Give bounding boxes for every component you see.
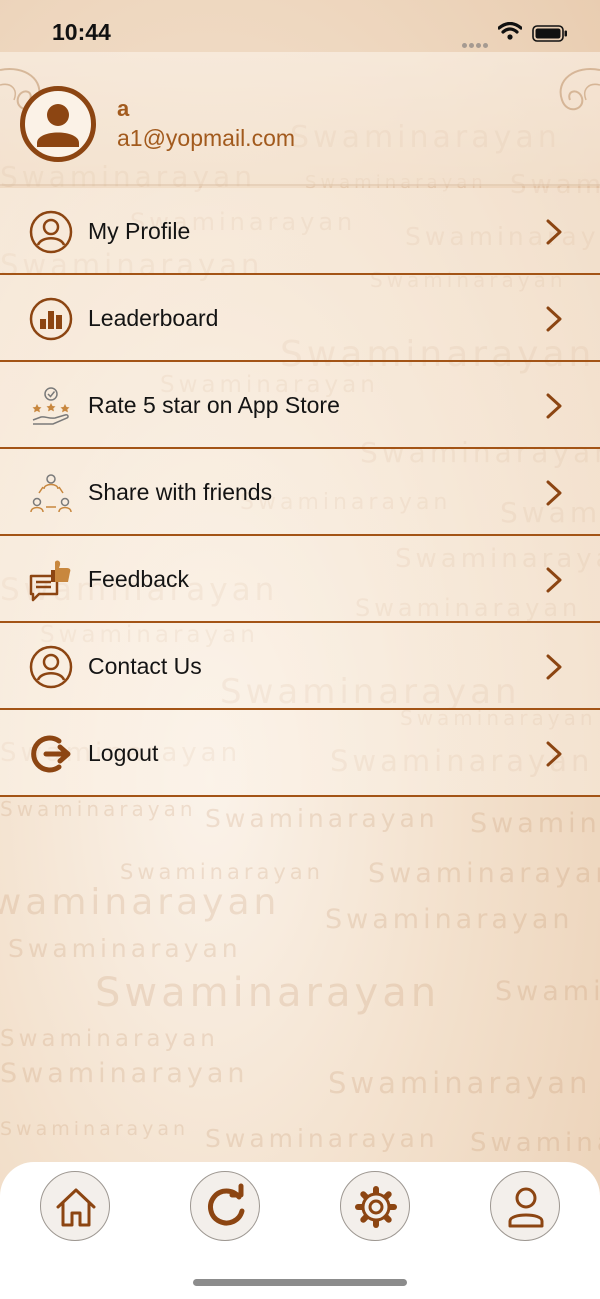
home-icon (56, 1188, 96, 1227)
watermark-text: Swaminarayan (0, 1058, 249, 1089)
menu-item-feedback[interactable]: Feedback (0, 536, 600, 623)
watermark-text: Swaminarayan (8, 934, 242, 963)
gear-icon (355, 1186, 397, 1228)
watermark-text: Swaminarayan (495, 976, 600, 1007)
bottom-tab-bar (0, 1162, 600, 1299)
watermark-text: Swaminarayan (328, 1066, 592, 1100)
menu-item-label: Feedback (88, 566, 190, 592)
menu-item-rate-app[interactable]: Rate 5 star on App Store (0, 362, 600, 449)
avatar[interactable] (20, 86, 96, 162)
chevron-right-icon (546, 654, 562, 680)
profile-email: a1@yopmail.com (117, 125, 296, 151)
status-time: 10:44 (52, 19, 111, 45)
people-share-icon (30, 474, 72, 513)
menu-item-logout[interactable]: Logout (0, 710, 600, 797)
user-circle-icon (29, 210, 73, 254)
status-bar: 10:44 (0, 0, 600, 50)
chevron-right-icon (546, 480, 562, 506)
chevron-right-icon (546, 393, 562, 419)
tab-settings[interactable] (340, 1171, 410, 1241)
chevron-right-icon (546, 219, 562, 245)
user-silhouette-icon (37, 104, 79, 147)
menu-item-share[interactable]: Share with friends (0, 449, 600, 536)
watermark-text: Swaminarayan (205, 1124, 439, 1153)
logout-icon (31, 735, 71, 773)
watermark-text: Swaminarayan (205, 804, 439, 833)
menu-item-leaderboard[interactable]: Leaderboard (0, 275, 600, 362)
menu-list: My Profile Leaderboard Rate 5 star on Ap… (0, 188, 600, 797)
tab-refresh[interactable] (190, 1171, 260, 1241)
menu-item-label: Leaderboard (88, 305, 219, 331)
signal-dots-icon (462, 35, 490, 53)
feedback-thumb-icon (29, 560, 71, 602)
watermark-text: Swaminarayan (95, 970, 441, 1016)
chevron-right-icon (546, 567, 562, 593)
watermark-text: Swaminarayan (325, 904, 574, 935)
battery-icon (532, 25, 567, 42)
home-indicator[interactable] (193, 1279, 407, 1286)
menu-item-label: My Profile (88, 218, 191, 244)
menu-item-contact-us[interactable]: Contact Us (0, 623, 600, 710)
watermark-text: Swaminarayan (0, 1118, 190, 1140)
menu-item-label: Logout (88, 740, 159, 766)
chevron-right-icon (546, 306, 562, 332)
watermark-text: Swaminarayan (0, 882, 281, 923)
menu-item-my-profile[interactable]: My Profile (0, 188, 600, 275)
menu-item-label: Contact Us (88, 653, 202, 679)
watermark-text: Swaminarayan (470, 808, 600, 839)
user-icon (508, 1187, 544, 1228)
refresh-icon (208, 1183, 245, 1226)
ornament-right-icon (559, 68, 600, 111)
menu-item-label: Share with friends (88, 479, 273, 505)
hand-stars-icon (32, 387, 70, 425)
wifi-icon (498, 22, 522, 40)
watermark-text: Swaminarayan (0, 797, 197, 821)
watermark-text: Swaminarayan (120, 860, 324, 884)
tab-profile[interactable] (490, 1171, 560, 1241)
watermark-text: Swaminarayan (368, 858, 600, 889)
watermark-text: Swaminarayan (0, 1026, 219, 1052)
menu-item-label: Rate 5 star on App Store (88, 392, 340, 418)
tab-home[interactable] (40, 1171, 110, 1241)
user-circle-icon (29, 645, 73, 689)
chevron-right-icon (546, 741, 562, 767)
watermark-text: Swaminarayan (470, 1128, 600, 1158)
bar-chart-icon (29, 297, 73, 341)
profile-name: a (117, 96, 130, 121)
